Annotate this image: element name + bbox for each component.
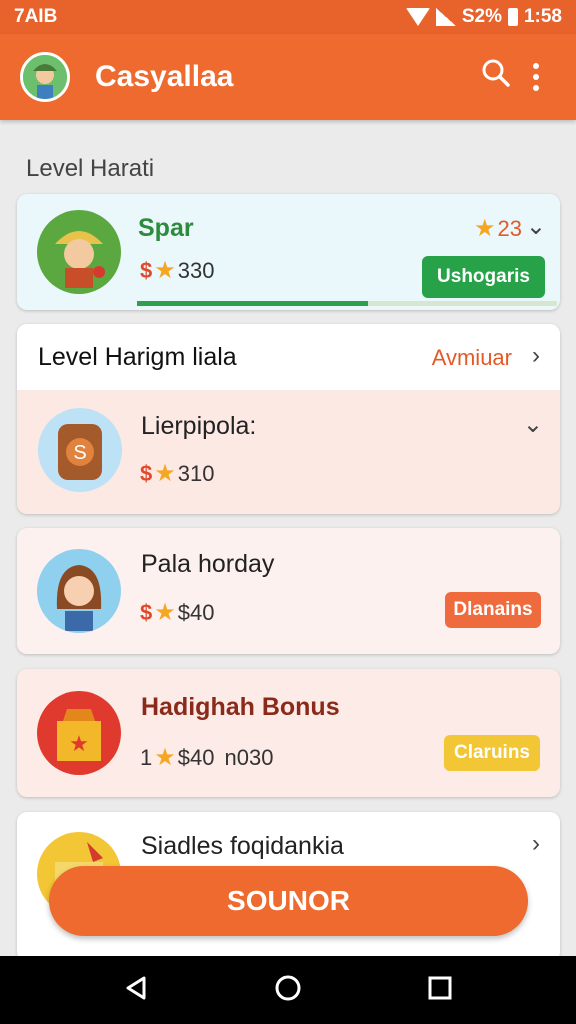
svg-text:★: ★: [69, 731, 89, 756]
sub-header: Level Harigm liala Avmiuar ›: [17, 324, 560, 390]
dollar-icon: $: [140, 599, 153, 625]
home-icon[interactable]: [274, 974, 302, 1007]
gift-box-avatar: ★: [37, 691, 121, 775]
chevron-down-icon[interactable]: ⌄: [526, 212, 546, 241]
card-price: $ ★ 310: [140, 459, 214, 488]
price-suffix: n030: [224, 744, 274, 770]
primary-action-button[interactable]: SOUNOR: [49, 866, 528, 936]
level-card-group[interactable]: Level Harigm liala Avmiuar › S Lierpipol…: [17, 324, 560, 514]
level-card-bonus[interactable]: ★ Hadighah Bonus 1 ★ $40 n030 Claruins: [17, 669, 560, 797]
more-vert-icon[interactable]: [516, 63, 556, 91]
dollar-icon: $: [140, 460, 153, 486]
signal-icon: [435, 8, 456, 26]
status-left-text: 7AIB: [14, 6, 58, 27]
progress-bar: [137, 301, 557, 306]
card-name: Hadighah Bonus: [141, 693, 340, 721]
chevron-right-icon[interactable]: ›: [532, 342, 540, 370]
rating: ★ 23: [474, 214, 522, 243]
card-action-button[interactable]: Claruins: [444, 735, 540, 771]
search-icon[interactable]: [476, 58, 516, 96]
card-name: Lierpipola:: [141, 412, 257, 440]
explorer-avatar-icon: [23, 55, 67, 99]
status-time: 1:58: [523, 6, 562, 27]
sub-header-title: Level Harigm liala: [38, 343, 237, 371]
battery-percent: S2%: [461, 6, 502, 27]
card-price: 1 ★ $40 n030: [140, 743, 273, 772]
card-name: Spar: [138, 214, 194, 242]
price-value: $40: [177, 744, 215, 770]
status-right: S2% 1:58: [405, 6, 562, 28]
rating-value: 23: [497, 215, 522, 241]
price-prefix: 1: [140, 744, 153, 770]
card-action-button[interactable]: Ushogaris: [422, 256, 545, 298]
system-nav-bar: [0, 956, 576, 1024]
progress-fill: [137, 301, 368, 306]
price-value: $40: [177, 599, 215, 625]
recents-icon[interactable]: [426, 974, 454, 1007]
card-price: $ ★ $40: [140, 598, 214, 627]
card-name: Siadles foqidankia: [141, 832, 344, 860]
star-icon: ★: [154, 460, 176, 487]
section-title: Level Harati: [26, 155, 155, 182]
chevron-down-icon[interactable]: ⌄: [523, 410, 543, 439]
card-action-button[interactable]: Dlanains: [445, 592, 541, 628]
wifi-icon: [405, 8, 430, 26]
chevron-right-icon[interactable]: ›: [532, 830, 540, 858]
back-icon[interactable]: [122, 974, 150, 1007]
backpack-avatar: S: [38, 408, 122, 492]
star-icon: ★: [154, 257, 176, 284]
app-bar: Casyallaa: [0, 34, 576, 120]
star-icon: ★: [474, 215, 496, 242]
app-title: Casyallaa: [95, 60, 234, 93]
explorer-avatar: [37, 210, 121, 294]
app-avatar[interactable]: [20, 52, 70, 102]
battery-icon: [507, 8, 518, 26]
svg-text:S: S: [73, 442, 86, 464]
star-icon: ★: [154, 599, 176, 626]
sub-header-link[interactable]: Avmiuar: [432, 345, 512, 371]
dollar-icon: $: [140, 257, 153, 283]
level-card-spar[interactable]: Spar $ ★ 330 ★ 23 ⌄ Ushogaris: [17, 194, 560, 310]
star-icon: ★: [154, 744, 176, 771]
status-bar: 7AIB S2% 1:58: [0, 0, 576, 34]
card-price: $ ★ 330: [140, 256, 214, 285]
price-value: 310: [177, 460, 215, 486]
price-value: 330: [177, 257, 215, 283]
woman-avatar: [37, 549, 121, 633]
level-card-pala[interactable]: Pala horday $ ★ $40 Dlanains: [17, 528, 560, 654]
card-name: Pala horday: [141, 550, 275, 578]
